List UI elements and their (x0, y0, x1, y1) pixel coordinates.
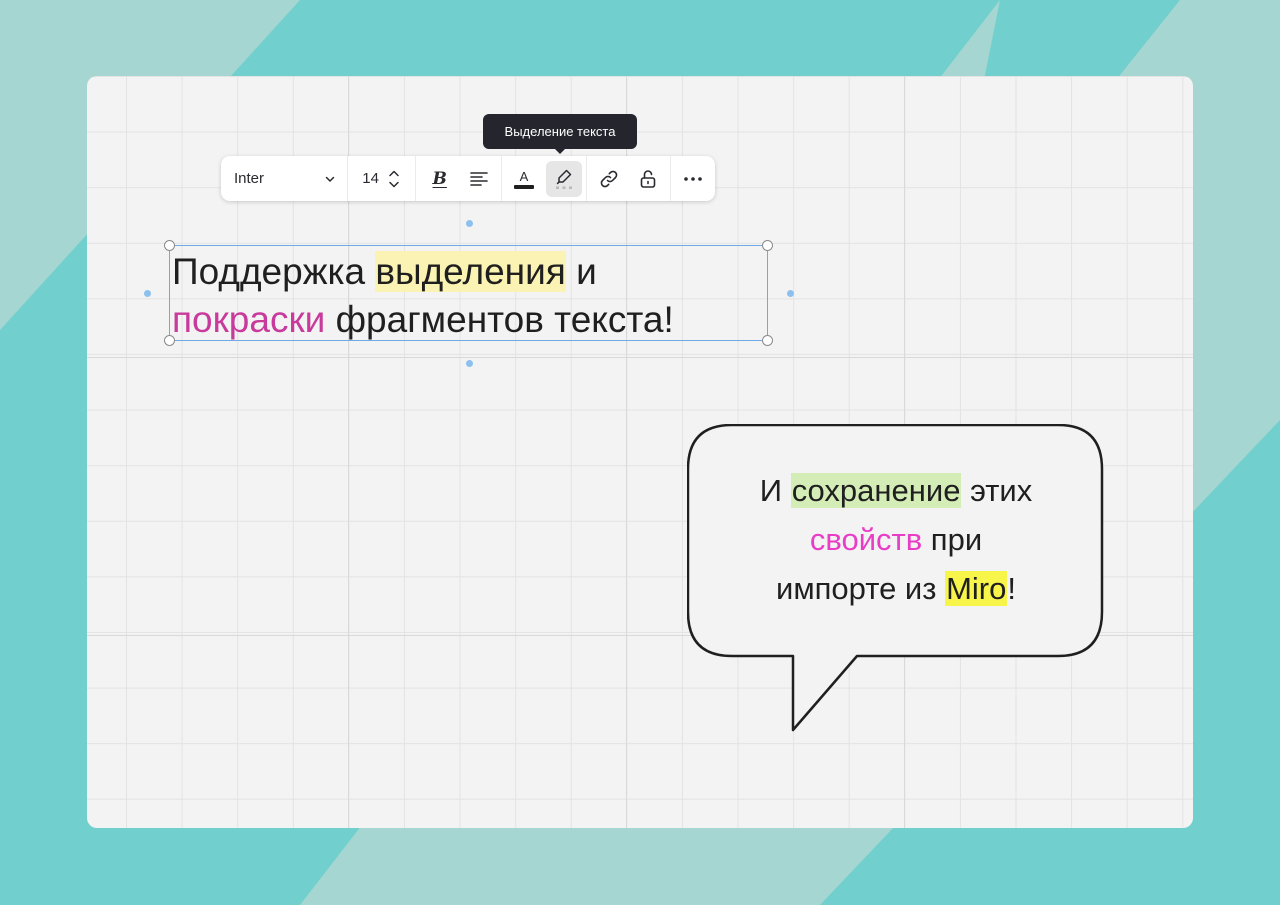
text-line: свойств при (700, 515, 1092, 564)
connector-dot-left[interactable] (144, 290, 151, 297)
connector-dot-right[interactable] (787, 290, 794, 297)
font-size-stepper (388, 169, 400, 189)
chevron-up-icon[interactable] (388, 169, 400, 178)
tooltip: Выделение текста (483, 114, 637, 149)
highlighted-fragment: выделения (375, 251, 566, 292)
text-fragment: И (759, 473, 791, 508)
text-color-glyph: A (520, 169, 529, 184)
text-line: покраски фрагментов текста! (172, 296, 772, 344)
font-family-value: Inter (234, 170, 265, 187)
highlighter-icon (555, 169, 572, 189)
text-fragment: при (922, 522, 983, 557)
chevron-down-icon (326, 176, 335, 182)
tooltip-text: Выделение текста (504, 124, 616, 139)
align-left-icon (470, 171, 489, 186)
text-fragment: этих (961, 473, 1033, 508)
text-widget[interactable]: Поддержка выделения и покраски фрагменто… (172, 248, 772, 344)
text-fragment: фрагментов текста! (325, 299, 674, 340)
align-button[interactable] (462, 161, 498, 197)
more-icon (684, 176, 702, 181)
bold-button[interactable]: B (422, 161, 458, 197)
highlighted-fragment: сохранение (790, 473, 962, 508)
connector-dot-bottom[interactable] (466, 360, 473, 367)
speech-bubble-text[interactable]: И сохранение этих свойств при импорте из… (700, 466, 1092, 613)
more-options-button[interactable] (675, 161, 711, 197)
unlock-icon (641, 169, 656, 188)
colored-fragment: покраски (172, 299, 326, 340)
text-color-icon: A (514, 169, 535, 189)
text-fragment: ! (1007, 571, 1016, 606)
text-formatting-toolbar: Inter 14 B A (221, 156, 715, 201)
text-fragment: и (565, 251, 597, 292)
font-family-select[interactable]: Inter (221, 156, 347, 201)
link-button[interactable] (591, 161, 627, 197)
chevron-down-icon[interactable] (388, 180, 400, 189)
connector-dot-top[interactable] (466, 220, 473, 227)
grid-line (87, 357, 1193, 358)
text-fragment: Поддержка (172, 251, 376, 292)
tooltip-arrow (554, 148, 566, 154)
font-size-control[interactable]: 14 (348, 156, 415, 201)
text-line: Поддержка выделения и (172, 248, 772, 296)
toolbar-divider (414, 156, 416, 201)
colored-fragment: свойств (809, 522, 923, 557)
toolbar-divider (501, 156, 503, 201)
text-line: И сохранение этих (700, 466, 1092, 515)
text-line: импорте из Miro! (700, 564, 1092, 613)
text-color-button[interactable]: A (506, 161, 542, 197)
font-size-value: 14 (362, 170, 379, 187)
highlight-button[interactable] (546, 160, 582, 197)
lock-button[interactable] (631, 161, 667, 197)
text-fragment: импорте из (776, 571, 946, 606)
link-icon (600, 170, 617, 187)
toolbar-divider (670, 156, 672, 201)
highlighted-fragment: Miro (945, 571, 1008, 606)
bold-icon: B (432, 168, 447, 189)
toolbar-divider (585, 156, 587, 201)
